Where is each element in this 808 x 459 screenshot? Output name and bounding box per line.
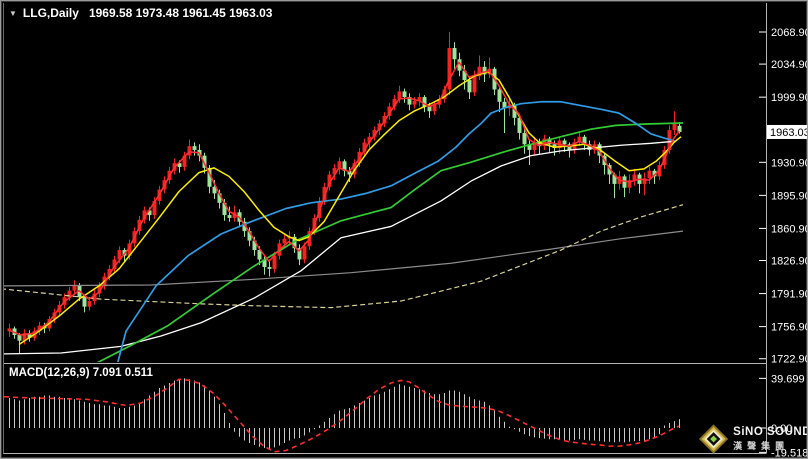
symbol-timeframe-label: LLG,Daily [22, 6, 79, 20]
price-axis-label: 2068.90 [771, 27, 808, 39]
candle-body [82, 297, 87, 307]
price-axis-label: 1895.90 [771, 190, 808, 202]
logo-text: SiNO SOUND [733, 426, 808, 439]
candle-body [672, 123, 677, 131]
logo-diamond-icon [699, 424, 729, 454]
candle-body [337, 161, 342, 168]
chart-canvas[interactable]: 2068.90 2034.90 1999.90 1930.90 1895.90 1860.… [1, 1, 808, 459]
logo-cjk-text: 漢聲集團 [733, 440, 790, 451]
main-chart-area [4, 31, 684, 362]
candle-body [427, 106, 432, 112]
candle-body [282, 238, 287, 244]
candle-body [647, 170, 652, 179]
macd-axis-label: 39.699 [771, 373, 805, 385]
candle-body [302, 246, 307, 260]
candle-body [227, 215, 232, 218]
candle-body [452, 47, 457, 60]
candle-body [472, 76, 477, 93]
candle-body [267, 267, 272, 269]
candle-body [467, 80, 472, 93]
candle-body [192, 146, 197, 150]
ma-line-white-slow [4, 140, 674, 355]
macd-signal-line [4, 378, 680, 453]
macd-panel [4, 378, 680, 453]
price-axis-label: 1999.90 [771, 92, 808, 104]
candle-body [72, 285, 77, 291]
price-axis-label: 1860.90 [771, 223, 808, 235]
candle-body [402, 91, 407, 98]
candle-body [17, 335, 22, 341]
price-axis-label: 1722.90 [771, 354, 808, 366]
price-axis-label: 1826.90 [771, 256, 808, 268]
indicator-label: MACD(12,26,9) 7.091 0.511 [9, 367, 153, 379]
candle-body [397, 91, 402, 99]
chart-window: SiNO SOUND 漢聲集團 2068.90 2034.90 1999.90 193… [0, 0, 808, 459]
broker-logo: SiNO SOUND 漢聲集團 [699, 420, 808, 458]
price-axis-label: 1930.90 [771, 157, 808, 169]
current-price-label: 1963.03 [770, 127, 808, 139]
price-axis-label: 1756.90 [771, 322, 808, 334]
price-axis-label: 2034.90 [771, 59, 808, 71]
ma-line-yellow-fast [18, 70, 682, 346]
candle-body [562, 140, 567, 145]
price-axis-label: 1791.90 [771, 289, 808, 301]
candle-body [497, 89, 502, 102]
candle-body [187, 146, 192, 156]
candle-body [522, 132, 527, 145]
candle-body [632, 174, 637, 181]
candle-body [412, 100, 417, 105]
candle-body [87, 301, 92, 307]
chart-title: ▼ LLG,Daily 1969.58 1973.48 1961.45 1963.0… [9, 6, 272, 20]
symbol-dropdown-icon[interactable]: ▼ [9, 9, 17, 18]
ohlc-values: 1969.58 1973.48 1961.45 1963.03 [88, 6, 273, 20]
